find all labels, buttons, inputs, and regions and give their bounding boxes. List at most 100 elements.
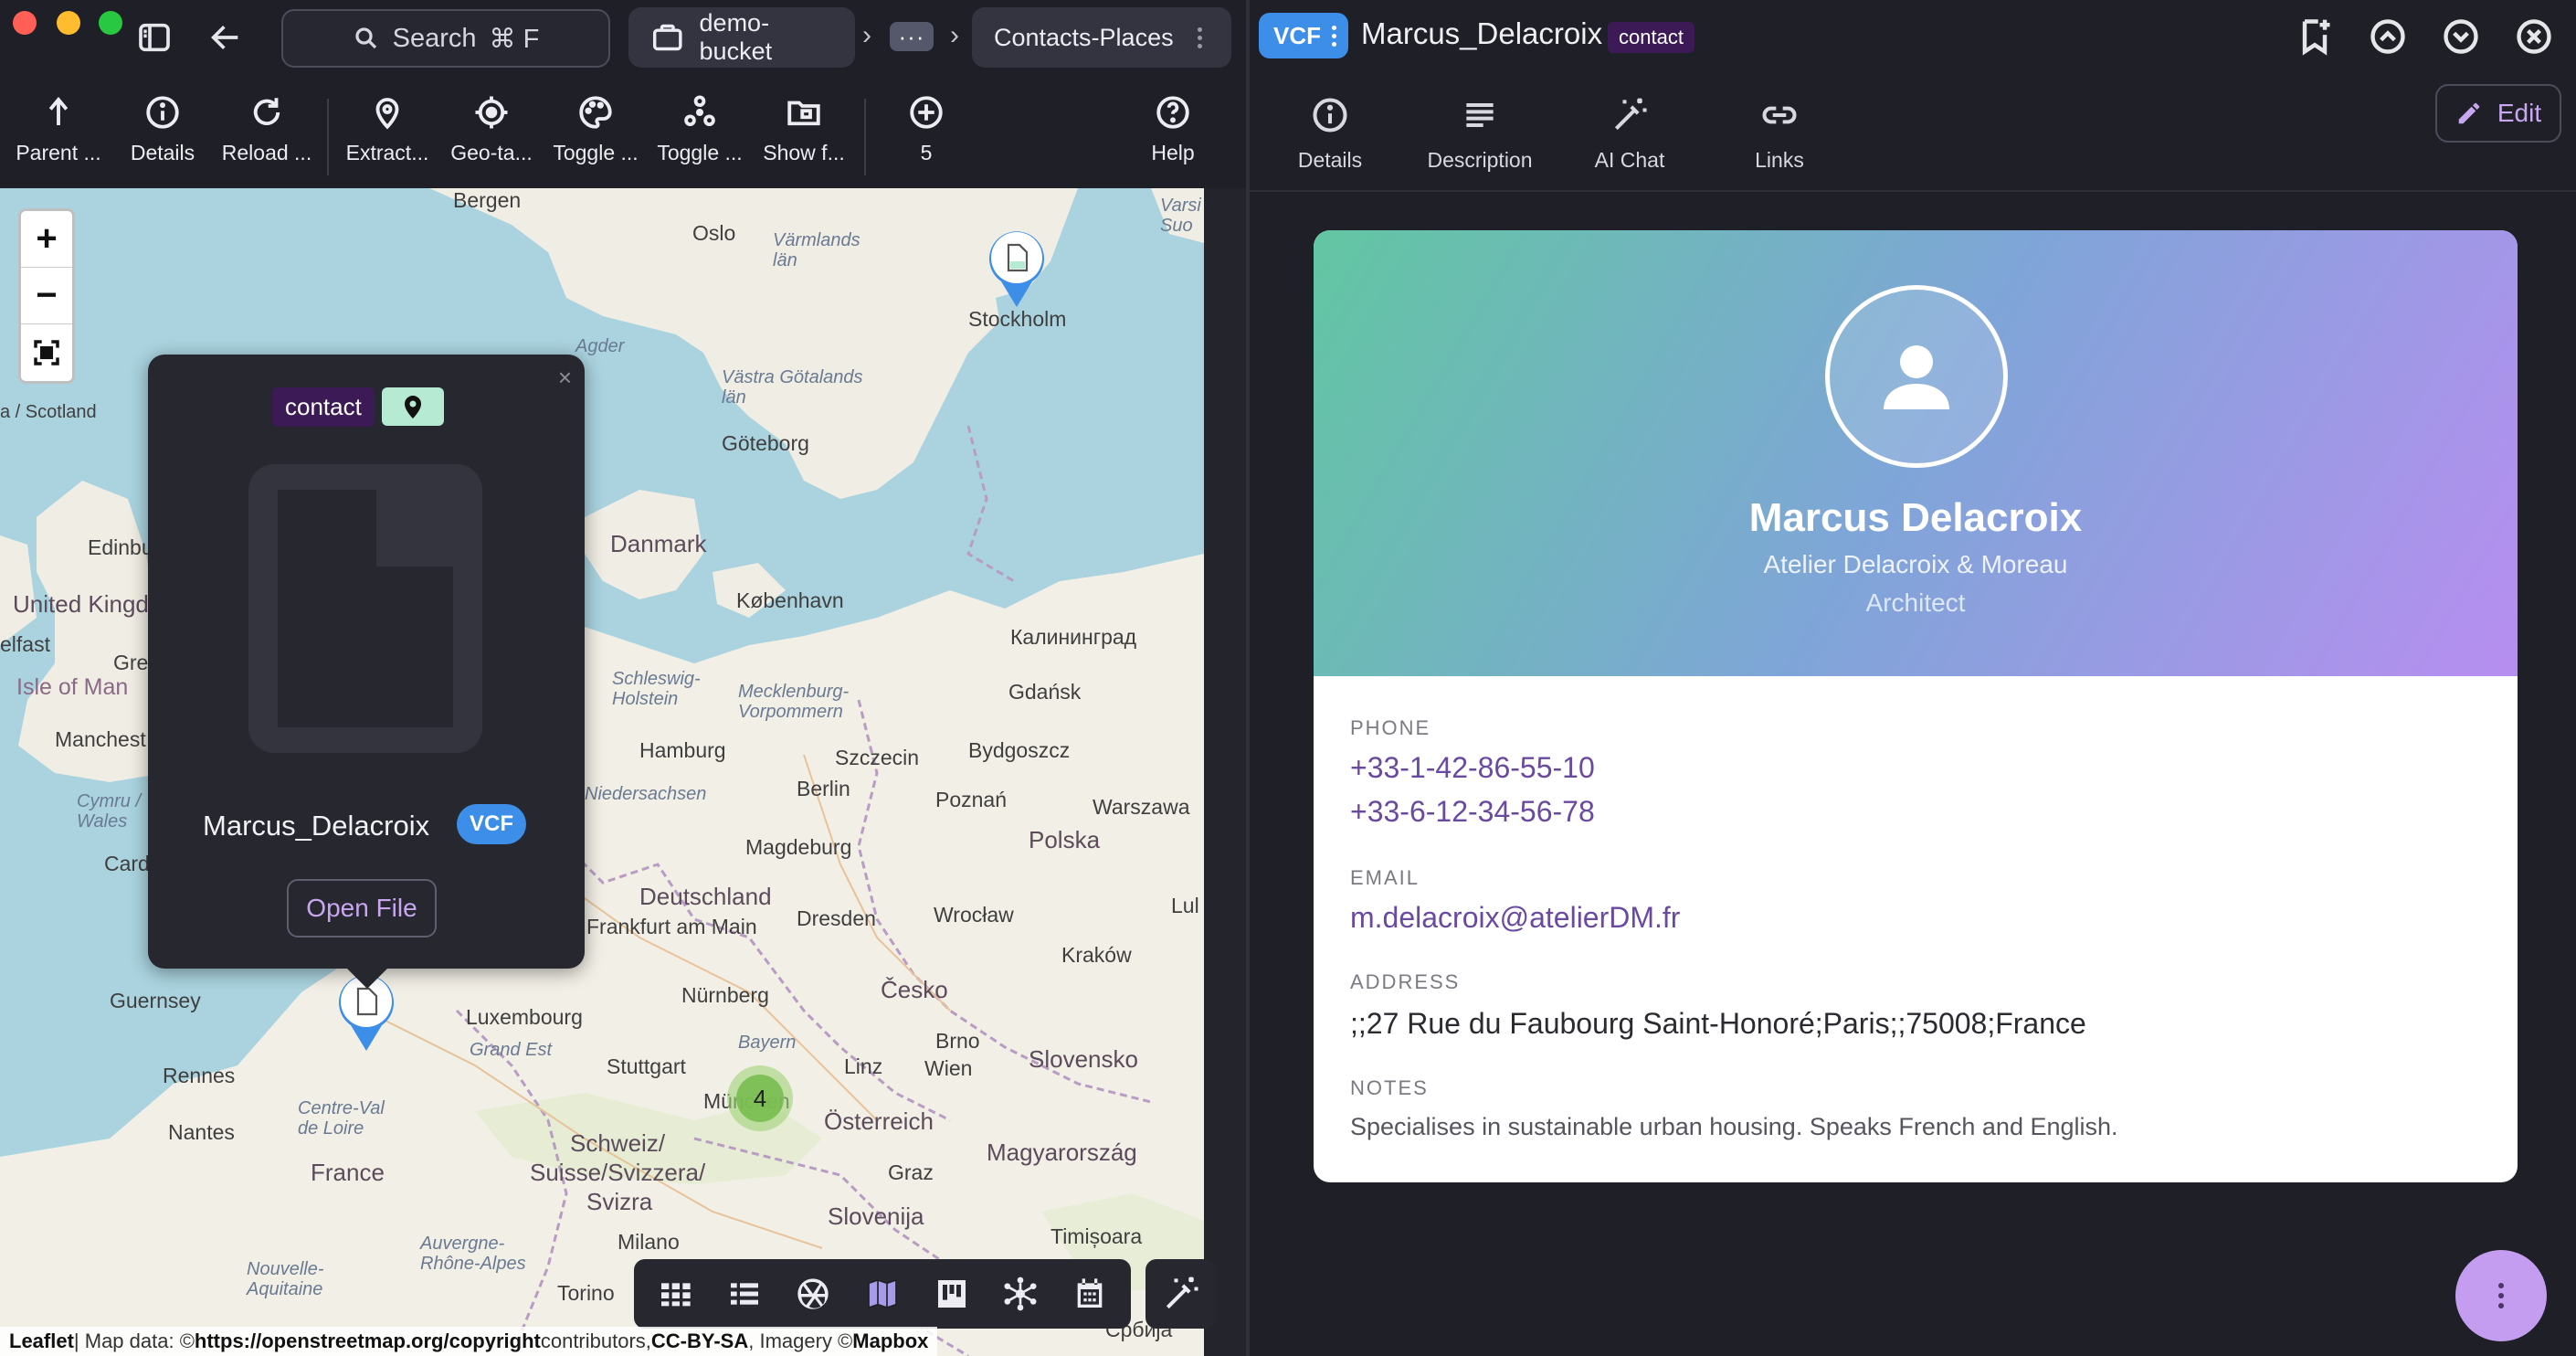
tab-links[interactable]: Links: [1706, 95, 1853, 173]
kebab-menu-icon: [2498, 1278, 2504, 1313]
view-graph-button[interactable]: [989, 1265, 1053, 1323]
attribution-text: contributors,: [540, 1330, 651, 1352]
tab-details[interactable]: Details: [1257, 95, 1403, 173]
edit-button[interactable]: Edit: [2435, 84, 2561, 143]
toolbar-geotag-button[interactable]: Geo-ta...: [444, 93, 539, 165]
zoom-out-button[interactable]: −: [21, 268, 72, 324]
map-label-scotland: a / Scotland: [0, 402, 97, 422]
breadcrumb-more-button[interactable]: ···: [890, 22, 934, 51]
avatar: [1825, 285, 2008, 468]
view-calendar-button[interactable]: [1058, 1265, 1122, 1323]
file-type-label: VCF: [1273, 21, 1321, 49]
info-icon: [1313, 98, 1347, 132]
popup-close-button[interactable]: ×: [558, 364, 572, 392]
view-kanban-button[interactable]: [920, 1265, 984, 1323]
map-cluster-marker[interactable]: 4: [727, 1065, 793, 1131]
toolbar-reload-button[interactable]: Reload ...: [219, 93, 314, 165]
arrow-up-icon: [48, 96, 69, 125]
map-marker-file-icon[interactable]: [985, 227, 1049, 309]
leaflet-link[interactable]: Leaflet: [9, 1330, 74, 1353]
toolbar-toggle-colors-button[interactable]: Toggle ...: [548, 93, 643, 165]
window-zoom-button[interactable]: [99, 11, 122, 35]
description-icon: [1466, 102, 1494, 128]
breadcrumb-bucket[interactable]: demo-bucket: [628, 7, 855, 68]
breadcrumb-bucket-label: demo-bucket: [699, 9, 773, 65]
ai-assistant-button[interactable]: [1145, 1259, 1217, 1329]
tab-ai-chat[interactable]: AI Chat: [1557, 95, 1703, 173]
map-label-varmlands: Värmlands län: [773, 230, 860, 270]
map-label-united-kingdom: United Kingd: [13, 590, 149, 618]
map-label-bayern: Bayern: [738, 1033, 797, 1053]
breadcrumb-separator: ›: [862, 20, 871, 50]
more-actions-button[interactable]: [2455, 1250, 2547, 1341]
map-label-osterreich: Österreich: [824, 1107, 934, 1135]
map-label-nantes: Nantes: [168, 1120, 235, 1144]
email-link[interactable]: m.delacroix@atelierDM.fr: [1350, 901, 1680, 935]
tab-description[interactable]: Description: [1407, 95, 1553, 173]
back-arrow-icon[interactable]: [205, 16, 247, 58]
mapbox-link[interactable]: Mapbox: [852, 1330, 928, 1353]
sidebar-toggle-icon[interactable]: [133, 16, 175, 58]
view-list-button[interactable]: [713, 1265, 776, 1323]
notes-value: Specialises in sustainable urban housing…: [1350, 1113, 2118, 1140]
zoom-in-button[interactable]: +: [21, 211, 72, 268]
phone-link-1[interactable]: +33-1-42-86-55-10: [1350, 751, 1595, 785]
toolbar-label: Toggle ...: [553, 141, 639, 164]
location-pin-icon: [404, 396, 421, 418]
detail-contact-tag[interactable]: contact: [1608, 22, 1694, 53]
view-gallery-button[interactable]: [781, 1265, 845, 1323]
popup-contact-tag[interactable]: contact: [272, 387, 375, 427]
map-label-agder: Agder: [575, 336, 625, 356]
map-scrollbar[interactable]: [1204, 188, 1246, 1356]
file-type-menu-button[interactable]: VCF: [1259, 13, 1348, 58]
map-label-brno: Brno: [935, 1029, 980, 1053]
toolbar-add-button[interactable]: 5: [879, 93, 974, 165]
previous-item-icon[interactable]: [2368, 16, 2410, 58]
window-close-button[interactable]: [13, 11, 37, 35]
phone-link-2[interactable]: +33-6-12-34-56-78: [1350, 795, 1595, 829]
kebab-menu-icon[interactable]: [1197, 24, 1203, 52]
close-panel-icon[interactable]: [2514, 16, 2556, 58]
map-label-dresden: Dresden: [797, 906, 876, 930]
toolbar-details-button[interactable]: Details: [115, 93, 210, 165]
toolbar-divider: [864, 99, 866, 175]
detail-tabs: Details Description AI Chat Links: [1250, 88, 2576, 192]
view-map-button[interactable]: [850, 1265, 914, 1323]
license-link[interactable]: CC-BY-SA: [651, 1330, 748, 1353]
tab-label: AI Chat: [1594, 148, 1665, 172]
tab-label: Details: [1297, 148, 1363, 172]
ellipsis-icon: ···: [898, 23, 925, 50]
open-file-button[interactable]: Open File: [287, 879, 437, 938]
breadcrumb-folder-label: Contacts-Places: [994, 23, 1174, 51]
toolbar-label: Reload ...: [221, 141, 312, 164]
map-label-vasi: Varsi Suo: [1160, 196, 1201, 236]
toolbar-parent-button[interactable]: Parent ...: [11, 93, 106, 165]
breadcrumb-folder[interactable]: Contacts-Places: [972, 7, 1231, 68]
plus-icon: +: [36, 218, 58, 259]
nodes-icon: [684, 95, 715, 127]
search-button[interactable]: Search ⌘ F: [281, 9, 610, 68]
detail-header: VCF Marcus_Delacroix contact: [1250, 0, 2576, 75]
link-icon: [1762, 106, 1797, 124]
view-grid-button[interactable]: [643, 1265, 707, 1323]
magic-wand-icon: [1614, 98, 1647, 131]
map-view[interactable]: Bergen Oslo Värmlands län Stockholm Vars…: [0, 188, 1204, 1356]
toolbar-help-button[interactable]: Help: [1125, 93, 1220, 165]
map-label-gdansk: Gdańsk: [1008, 680, 1082, 704]
window-minimize-button[interactable]: [57, 11, 80, 35]
bookmark-add-icon[interactable]: [2295, 16, 2337, 58]
map-label-bydgoszcz: Bydgoszcz: [968, 738, 1071, 762]
minus-icon: −: [36, 275, 58, 315]
toolbar-show-folder-button[interactable]: Show f...: [756, 93, 851, 165]
osm-copyright-link[interactable]: https://openstreetmap.org/copyright: [195, 1330, 541, 1353]
next-item-icon[interactable]: [2441, 16, 2483, 58]
fit-bounds-button[interactable]: [21, 324, 72, 381]
briefcase-icon: [652, 24, 682, 51]
popup-geo-tag[interactable]: [381, 387, 444, 426]
toolbar-label: Toggle ...: [657, 141, 743, 164]
map-label-lul: Lul: [1171, 894, 1199, 917]
map-label-schleswig: Schleswig- Holstein: [612, 669, 701, 709]
toolbar-toggle-nodes-button[interactable]: Toggle ...: [652, 93, 747, 165]
map-attribution: Leaflet | Map data: © https://openstreet…: [0, 1327, 938, 1356]
toolbar-extract-button[interactable]: Extract...: [340, 93, 435, 165]
